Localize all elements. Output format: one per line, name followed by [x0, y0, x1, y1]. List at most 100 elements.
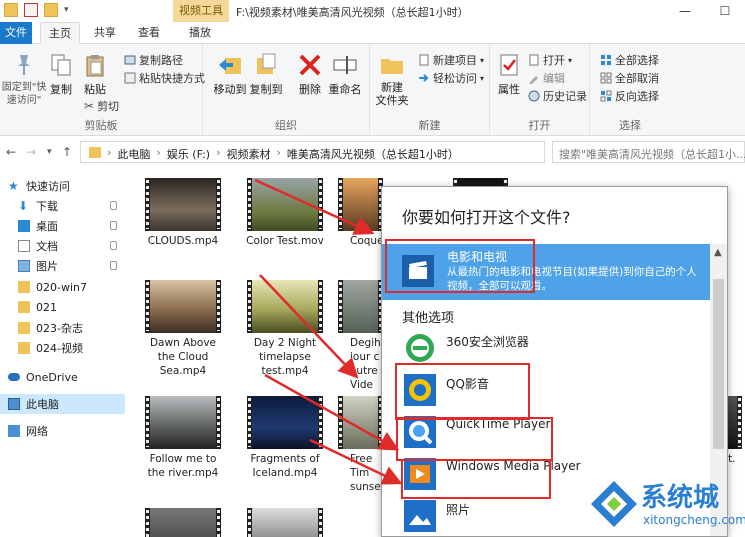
qat-dropdown-icon[interactable]: ▾	[64, 5, 69, 15]
nav-downloads[interactable]: ⬇ 下载	[0, 196, 125, 216]
folder-icon[interactable]	[4, 3, 18, 17]
nav-network[interactable]: 网络	[0, 421, 125, 441]
easy-access-icon	[419, 74, 429, 82]
tab-share[interactable]: 共享	[85, 22, 125, 44]
breadcrumb-drive[interactable]: 娱乐 (F:)	[167, 146, 210, 162]
folder-icon	[18, 301, 30, 313]
nav-label: 图片	[36, 260, 58, 273]
breadcrumb-this-pc[interactable]: 此电脑	[117, 146, 150, 162]
nav-folder-024[interactable]: 024-视频	[0, 338, 125, 358]
search-input[interactable]: 搜索"唯美高清风光视频（总长超1小...	[552, 141, 745, 163]
file-item[interactable]: CLOUDS.mp4	[128, 178, 238, 248]
breadcrumb-video-folder[interactable]: 视频素材	[226, 146, 270, 162]
tab-file[interactable]: 文件	[0, 22, 32, 44]
open-button[interactable]: 打开 ▾	[528, 52, 572, 68]
file-item[interactable]: Dawn Above the Cloud Sea.mp4	[128, 280, 238, 378]
recent-dropdown-icon[interactable]: ▾	[47, 147, 52, 157]
copy-path-button[interactable]: 复制路径	[124, 52, 183, 68]
select-group: 全部选择 全部取消 反向选择 选择	[590, 44, 670, 136]
video-thumbnail	[145, 178, 221, 231]
nav-folder-020[interactable]: 020-win7	[0, 277, 125, 297]
tab-play[interactable]: 播放	[180, 22, 220, 44]
nav-pictures[interactable]: 图片	[0, 256, 125, 276]
app-option-qq-player[interactable]: QQ影音	[382, 369, 711, 411]
video-thumbnail	[145, 396, 221, 449]
select-all-label: 全部选择	[615, 54, 659, 67]
nav-label: 网络	[26, 425, 48, 438]
file-item[interactable]	[230, 508, 340, 537]
new-folder-label: 新建 文件夹	[375, 81, 409, 107]
address-bar[interactable]: › 此电脑 › 娱乐 (F:) › 视频素材 › 唯美高清风光视频（总长超1小时…	[80, 141, 545, 163]
app-name: QQ影音	[446, 377, 489, 391]
tab-view[interactable]: 查看	[129, 22, 169, 44]
pin-icon	[110, 241, 117, 250]
delete-button[interactable]: 删除	[295, 52, 325, 97]
nav-label: 021	[36, 300, 57, 314]
navigation-pane: ★ 快速访问 ⬇ 下载 桌面 文档 图片 020-win7 021 023-杂志…	[0, 170, 125, 537]
history-button[interactable]: 历史记录	[528, 88, 587, 104]
paste-shortcut-button[interactable]: 粘贴快捷方式	[124, 70, 205, 86]
file-item[interactable]: Fragments of Iceland.mp4	[230, 396, 340, 480]
app-option-360-browser[interactable]: 360安全浏览器	[382, 327, 711, 369]
watermark: 系统城 xitongcheng.com	[589, 475, 745, 533]
breadcrumb-sep-icon: ›	[107, 146, 112, 159]
breadcrumb-current-folder[interactable]: 唯美高清风光视频（总长超1小时）	[287, 146, 459, 162]
copy-to-button[interactable]: 复制到	[249, 52, 283, 97]
copy-icon	[51, 54, 71, 76]
app-option-movies-tv[interactable]: 电影和电视 从最热门的电影和电视节目(如果提供)到你自己的个人视频，全部可以观看…	[382, 244, 711, 300]
nav-label: OneDrive	[26, 370, 78, 384]
copy-to-icon	[257, 53, 276, 74]
easy-access-button[interactable]: 轻松访问 ▾	[418, 70, 484, 86]
pin-icon	[18, 55, 30, 75]
rename-label: 重命名	[328, 83, 362, 96]
maximize-button[interactable]: ☐	[705, 0, 745, 22]
watermark-brand: 系统城	[641, 483, 720, 513]
file-item[interactable]: Day 2 Night timelapse test.mp4	[230, 280, 340, 378]
new-folder-button[interactable]: 新建 文件夹	[372, 52, 412, 107]
watermark-url: xitongcheng.com	[643, 513, 745, 527]
paste-button[interactable]: 粘贴	[80, 52, 110, 97]
breadcrumb-sep-icon: ›	[216, 146, 221, 159]
file-name: Day 2 Night timelapse test.mp4	[253, 337, 317, 377]
checkmark-icon[interactable]	[24, 3, 38, 17]
file-item[interactable]: Color Test.mov	[230, 178, 340, 248]
select-group-label: 选择	[619, 119, 641, 132]
back-arrow-icon[interactable]: ←	[6, 145, 16, 159]
video-thumbnail	[247, 396, 323, 449]
nav-quick-access[interactable]: ★ 快速访问	[0, 176, 125, 196]
chevron-down-icon: ▾	[480, 55, 485, 65]
pin-icon	[110, 201, 117, 210]
app-option-quicktime[interactable]: QuickTime Player	[382, 411, 711, 453]
scrollbar-thumb[interactable]	[713, 279, 724, 449]
file-item[interactable]	[128, 508, 238, 537]
open-label: 打开	[543, 54, 565, 67]
nav-this-pc[interactable]: 此电脑	[0, 394, 125, 414]
cut-button[interactable]: ✂ 剪切	[84, 98, 119, 114]
pin-quick-access-button[interactable]: 固定到"快 速访问"	[2, 52, 46, 107]
move-to-button[interactable]: 移动到	[213, 52, 247, 97]
breadcrumb-sep-icon: ›	[156, 146, 161, 159]
file-item[interactable]: Follow me to the river.mp4	[128, 396, 238, 480]
properties-button[interactable]: 属性	[494, 52, 524, 97]
invert-selection-button[interactable]: 反向选择	[600, 88, 659, 104]
up-arrow-icon[interactable]: ↑	[62, 145, 72, 159]
scroll-up-icon[interactable]: ▲	[714, 247, 722, 258]
rename-button[interactable]: 重命名	[327, 52, 363, 97]
tab-home[interactable]: 主页	[40, 22, 80, 44]
rename-icon	[333, 56, 357, 74]
edit-button[interactable]: 编辑	[528, 70, 565, 86]
copy-button[interactable]: 复制	[46, 52, 76, 97]
select-none-button[interactable]: 全部取消	[600, 70, 659, 86]
window-controls: — ☐	[665, 0, 745, 22]
desktop-icon	[18, 220, 30, 232]
forward-arrow-icon[interactable]: →	[26, 145, 36, 159]
new-folder-icon[interactable]	[44, 3, 58, 17]
nav-onedrive[interactable]: OneDrive	[0, 367, 125, 387]
nav-folder-023[interactable]: 023-杂志	[0, 318, 125, 338]
minimize-button[interactable]: —	[665, 0, 705, 22]
nav-folder-021[interactable]: 021	[0, 297, 125, 317]
nav-desktop[interactable]: 桌面	[0, 216, 125, 236]
select-all-button[interactable]: 全部选择	[600, 52, 659, 68]
nav-documents[interactable]: 文档	[0, 236, 125, 256]
new-item-button[interactable]: 新建项目 ▾	[418, 52, 484, 68]
